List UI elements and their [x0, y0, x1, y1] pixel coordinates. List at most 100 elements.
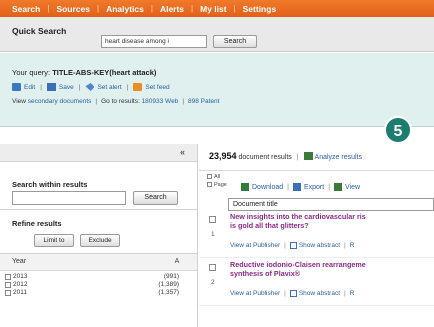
- nav-my-list[interactable]: My list: [200, 4, 226, 14]
- save-query-link[interactable]: Save: [46, 83, 74, 91]
- view-button[interactable]: View: [345, 184, 360, 191]
- collapse-chevron-icon[interactable]: «: [180, 147, 185, 157]
- limit-to-button[interactable]: Limit to: [34, 234, 74, 247]
- refine-title: Refine results: [12, 219, 62, 228]
- link-separator: |: [344, 242, 346, 249]
- edit-query-link[interactable]: Edit: [12, 83, 35, 91]
- analyze-chart-icon: [303, 152, 313, 160]
- save-icon: [46, 83, 56, 91]
- year-value: 2011: [13, 289, 27, 296]
- year-row[interactable]: 2012 (1,389): [0, 281, 197, 289]
- nav-settings[interactable]: Settings: [243, 4, 277, 14]
- view-at-publisher-link[interactable]: View at Publisher: [230, 242, 280, 249]
- results-toolbar: All Page Download | Export | View Docume…: [199, 170, 434, 211]
- nav-search[interactable]: Search: [12, 4, 40, 14]
- edit-label: Edit: [24, 83, 36, 91]
- result-row: 1 New insights into the cardiovascular r…: [199, 210, 434, 258]
- related-link[interactable]: R: [350, 290, 355, 297]
- results-panel: 23,954 document results | Analyze result…: [199, 144, 434, 327]
- select-page-option[interactable]: Page: [207, 181, 227, 189]
- year-count: (1,357): [158, 289, 179, 296]
- nav-separator: |: [150, 4, 153, 13]
- view-icon: [334, 183, 343, 191]
- result-checkbox[interactable]: [209, 216, 216, 223]
- set-alert-link[interactable]: Set alert: [85, 83, 122, 91]
- search-within-title: Search within results: [12, 180, 88, 189]
- year-checkbox[interactable]: [5, 290, 11, 296]
- query-actions: Edit | Save | Set alert | Set feed: [12, 83, 170, 91]
- year-value: 2013: [13, 273, 28, 280]
- refine-section: Refine results Limit to Exclude: [0, 210, 197, 254]
- sort-toggle-icon[interactable]: A: [172, 257, 182, 267]
- patent-results-link[interactable]: 898 Patent: [188, 98, 219, 105]
- query-panel: Your query: TITLE-ABS-KEY(heart attack) …: [0, 53, 434, 127]
- secondary-documents-link[interactable]: secondary documents: [28, 98, 92, 105]
- query-prefix: Your query:: [12, 68, 51, 77]
- view-at-publisher-link[interactable]: View at Publisher: [230, 290, 280, 297]
- show-abstract-link[interactable]: Show abstract: [299, 290, 340, 297]
- results-count-suffix: document results: [238, 154, 292, 161]
- quick-search-input[interactable]: heart disease among i: [101, 35, 207, 48]
- search-within-input[interactable]: [12, 191, 126, 205]
- nav-sources[interactable]: Sources: [56, 4, 90, 14]
- year-list: 2013 (991) 2012 (1,389) 2011 (1,357): [0, 271, 197, 297]
- results-count: 23,954: [209, 151, 237, 161]
- nav-separator: |: [233, 4, 236, 13]
- top-nav: Search | Sources | Analytics | Alerts | …: [0, 0, 434, 17]
- tool-separator: |: [287, 183, 289, 191]
- save-label: Save: [58, 83, 74, 91]
- set-feed-link[interactable]: Set feed: [133, 83, 170, 91]
- nav-analytics[interactable]: Analytics: [106, 4, 144, 14]
- query-line: Your query: TITLE-ABS-KEY(heart attack): [12, 68, 156, 77]
- quick-search-button[interactable]: Search: [213, 35, 257, 48]
- exclude-button[interactable]: Exclude: [80, 234, 120, 247]
- edit-icon: [12, 83, 21, 91]
- quick-search-title: Quick Search: [12, 26, 67, 36]
- goto-prefix: Go to results:: [101, 98, 140, 105]
- select-all-checkbox[interactable]: [207, 174, 212, 179]
- search-within-button[interactable]: Search: [133, 191, 178, 205]
- action-separator: |: [126, 83, 129, 91]
- result-links: View at Publisher | Show abstract | R: [230, 242, 354, 249]
- web-results-link[interactable]: 180933 Web: [142, 98, 179, 105]
- page-label: Page: [214, 182, 227, 188]
- result-title-line: synthesis of Plavix®: [230, 268, 301, 278]
- year-count: (1,389): [158, 281, 179, 288]
- select-page-checkbox[interactable]: [207, 182, 212, 187]
- year-checkbox[interactable]: [5, 282, 11, 288]
- export-icon: [292, 183, 301, 191]
- download-icon: [241, 183, 249, 191]
- result-row: 2 Reductive iodonio-Claisen rearrangeme …: [199, 258, 434, 306]
- year-label: Year: [12, 258, 27, 265]
- year-row[interactable]: 2013 (991): [0, 273, 197, 281]
- export-button[interactable]: Export: [304, 184, 324, 191]
- nav-alerts[interactable]: Alerts: [160, 4, 184, 14]
- year-count: (991): [163, 273, 179, 280]
- related-link[interactable]: R: [350, 242, 355, 249]
- result-title-link[interactable]: New insights into the cardiovascular ris…: [230, 213, 434, 230]
- year-facet-header[interactable]: Year A: [0, 254, 197, 271]
- results-header: 23,954 document results | Analyze result…: [199, 144, 434, 170]
- result-checkbox[interactable]: [209, 264, 216, 271]
- year-row[interactable]: 2011 (1,357): [0, 289, 197, 297]
- show-abstract-link[interactable]: Show abstract: [299, 242, 340, 249]
- abstract-icon: [289, 290, 297, 297]
- refine-sidebar: « Search within results Search Refine re…: [0, 144, 198, 327]
- link-separator: |: [344, 290, 346, 297]
- result-tools: Download | Export | View: [241, 183, 360, 191]
- result-number: 2: [211, 279, 215, 286]
- link-separator: |: [95, 98, 98, 105]
- select-all-option[interactable]: All: [207, 173, 227, 181]
- year-checkbox[interactable]: [5, 274, 11, 280]
- analyze-results-link[interactable]: Analyze results: [315, 154, 362, 161]
- result-title-link[interactable]: Reductive iodonio-Claisen rearrangeme sy…: [230, 261, 434, 278]
- result-links-line: View secondary documents | Go to results…: [12, 98, 219, 105]
- alert-icon: [85, 83, 95, 91]
- results-count-line: 23,954 document results | Analyze result…: [209, 151, 362, 161]
- link-separator: |: [284, 242, 286, 249]
- nav-separator: |: [191, 4, 194, 13]
- download-button[interactable]: Download: [252, 184, 283, 191]
- result-links: View at Publisher | Show abstract | R: [230, 290, 354, 297]
- action-separator: |: [78, 83, 81, 91]
- nav-separator: |: [96, 4, 100, 13]
